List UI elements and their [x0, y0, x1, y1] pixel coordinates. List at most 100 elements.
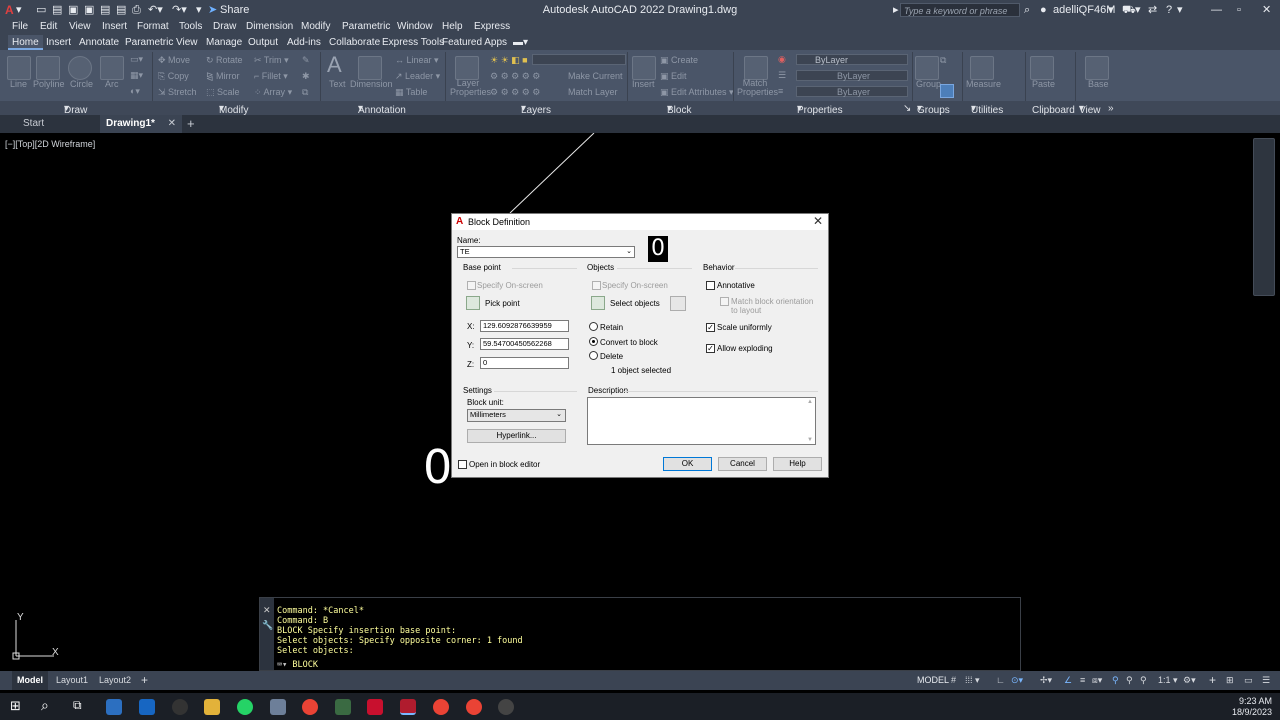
- dimension-icon[interactable]: [358, 56, 382, 80]
- cart-icon[interactable]: ⛟: [1122, 3, 1136, 17]
- annotative-checkbox[interactable]: [706, 281, 715, 290]
- layer-tool-icons-1[interactable]: ⚙ ⚙ ⚙ ⚙ ⚙: [490, 71, 540, 82]
- trim-button[interactable]: ✂ Trim ▾: [254, 55, 289, 66]
- menu-window[interactable]: Window: [397, 21, 433, 32]
- objects-specify-onscreen-checkbox[interactable]: [592, 281, 601, 290]
- panel-modify[interactable]: Modify ▾: [219, 103, 248, 116]
- chrome-profile2-icon[interactable]: [466, 699, 482, 715]
- pick-point-icon[interactable]: [466, 296, 480, 310]
- help-icon[interactable]: ?: [1166, 3, 1172, 17]
- panel-groups[interactable]: Groups ▾: [917, 103, 950, 116]
- close-command-line-icon[interactable]: ✕: [263, 605, 271, 616]
- chrome-profile-icon[interactable]: [433, 699, 449, 715]
- tab-view[interactable]: View: [176, 37, 198, 48]
- create-block-button[interactable]: ▣ Create: [660, 55, 698, 66]
- help-button[interactable]: Help: [773, 457, 822, 471]
- windows-start-icon[interactable]: ⊞: [10, 698, 21, 714]
- workspace-gear-icon[interactable]: ⚙▾: [1183, 671, 1196, 690]
- panel-properties[interactable]: Properties ▾: [797, 103, 843, 116]
- customization-menu-icon[interactable]: ☰: [1262, 671, 1270, 690]
- search-icon[interactable]: ⌕: [1024, 3, 1030, 17]
- panel-more-icon[interactable]: »: [1108, 103, 1114, 114]
- paste-button[interactable]: Paste: [1032, 79, 1055, 89]
- select-objects-button[interactable]: Select objects: [610, 299, 660, 308]
- make-current-button[interactable]: Make Current: [568, 71, 623, 81]
- polyline-icon[interactable]: [36, 56, 60, 80]
- panel-layers[interactable]: Layers ▾: [521, 103, 551, 116]
- text-icon[interactable]: A: [327, 52, 342, 78]
- properties-launcher-icon[interactable]: ↘: [903, 103, 911, 114]
- panel-block[interactable]: Block ▾: [667, 103, 691, 116]
- menu-edit[interactable]: Edit: [40, 21, 57, 32]
- panel-draw[interactable]: Draw ▾: [64, 103, 87, 116]
- erase-icon[interactable]: ✎: [302, 55, 310, 66]
- y-coordinate-input[interactable]: 59.54700450562268: [480, 338, 569, 350]
- calculator-icon[interactable]: [335, 699, 351, 715]
- menu-draw[interactable]: Draw: [213, 21, 236, 32]
- selection-cycling-icon[interactable]: ⧈▾: [1092, 671, 1102, 690]
- match-properties-icon[interactable]: [744, 56, 768, 80]
- fillet-button[interactable]: ⌐ Fillet ▾: [254, 71, 288, 82]
- tab-output[interactable]: Output: [248, 37, 278, 48]
- whatsapp-icon[interactable]: [237, 699, 253, 715]
- tab-featured-apps[interactable]: Featured Apps: [442, 37, 507, 48]
- cancel-button[interactable]: Cancel: [718, 457, 767, 471]
- group-icon[interactable]: [915, 56, 939, 80]
- arc-icon[interactable]: [100, 56, 124, 80]
- group-selection-icon[interactable]: [940, 84, 954, 98]
- mirror-button[interactable]: ⧎ Mirror: [206, 71, 240, 82]
- autocad-active-icon[interactable]: [400, 699, 416, 715]
- layer-state-icons[interactable]: ☀ ☀ ◧ ■: [490, 55, 528, 66]
- paste-icon[interactable]: [1030, 56, 1054, 80]
- stretch-button[interactable]: ⇲ Stretch: [158, 87, 197, 98]
- annotation-scale-icon[interactable]: ⚲: [1140, 671, 1147, 690]
- tab-annotate[interactable]: Annotate: [79, 37, 119, 48]
- panel-annotation[interactable]: Annotation ▾: [358, 103, 406, 116]
- layout2-tab[interactable]: Layout2: [99, 671, 131, 690]
- menu-help[interactable]: Help: [442, 21, 463, 32]
- line-icon[interactable]: [7, 56, 31, 80]
- delete-radio[interactable]: [589, 351, 598, 360]
- model-tab[interactable]: Model: [12, 671, 48, 690]
- object-snap-icon[interactable]: ✢▾: [1040, 671, 1052, 690]
- annotation-visibility-icon[interactable]: ⚲: [1112, 671, 1119, 690]
- chevron-down-icon[interactable]: ⌄: [626, 247, 632, 257]
- clock-date[interactable]: 18/9/2023: [1232, 707, 1272, 717]
- scale-uniformly-checkbox[interactable]: ✓: [706, 323, 715, 332]
- command-prompt-icon[interactable]: ⌨▾: [277, 660, 287, 670]
- layer-dropdown[interactable]: [532, 54, 626, 65]
- hatch-icon[interactable]: ▦▾: [130, 70, 143, 81]
- ungroup-icon[interactable]: ⧉: [940, 55, 946, 66]
- menu-tools[interactable]: Tools: [179, 21, 202, 32]
- tab-parametric[interactable]: Parametric: [125, 37, 173, 48]
- block-unit-select[interactable]: Millimeters ⌄: [467, 409, 566, 422]
- line-button[interactable]: Line: [10, 79, 27, 89]
- offset-icon[interactable]: ⧉: [302, 87, 308, 98]
- maximize-icon[interactable]: ▫: [1237, 3, 1241, 17]
- allow-exploding-checkbox[interactable]: ✓: [706, 344, 715, 353]
- match-layer-button[interactable]: Match Layer: [568, 87, 618, 97]
- dialog-title-bar[interactable]: A Block Definition ✕: [452, 214, 828, 230]
- pick-point-button[interactable]: Pick point: [485, 299, 520, 308]
- file-tab-start[interactable]: Start: [0, 115, 100, 133]
- chrome-icon[interactable]: [302, 699, 318, 715]
- linear-button[interactable]: ↔ Linear ▾: [395, 55, 439, 66]
- move-button[interactable]: ✥ Move: [158, 55, 190, 66]
- help-chevron-icon[interactable]: ▾: [1177, 3, 1183, 17]
- tab-express-tools[interactable]: Express Tools: [382, 37, 444, 48]
- tab-home[interactable]: Home: [8, 35, 43, 50]
- file-explorer-icon[interactable]: [204, 699, 220, 715]
- command-line-handle[interactable]: ✕ 🔧: [260, 598, 274, 670]
- close-dialog-icon[interactable]: ✕: [813, 214, 823, 228]
- gradient-icon[interactable]: ◐▾: [130, 86, 140, 97]
- edit-block-button[interactable]: ▣ Edit: [660, 71, 687, 82]
- grid-icon[interactable]: #: [951, 671, 956, 690]
- menu-express[interactable]: Express: [474, 21, 510, 32]
- paint-icon[interactable]: [270, 699, 286, 715]
- z-coordinate-input[interactable]: 0: [480, 357, 569, 369]
- select-objects-icon[interactable]: [591, 296, 605, 310]
- edit-attributes-button[interactable]: ▣ Edit Attributes ▾: [660, 87, 734, 98]
- quick-properties-icon[interactable]: ▭: [1244, 671, 1253, 690]
- insert-block-icon[interactable]: [632, 56, 656, 80]
- user-name[interactable]: adelliQF46M: [1053, 3, 1115, 17]
